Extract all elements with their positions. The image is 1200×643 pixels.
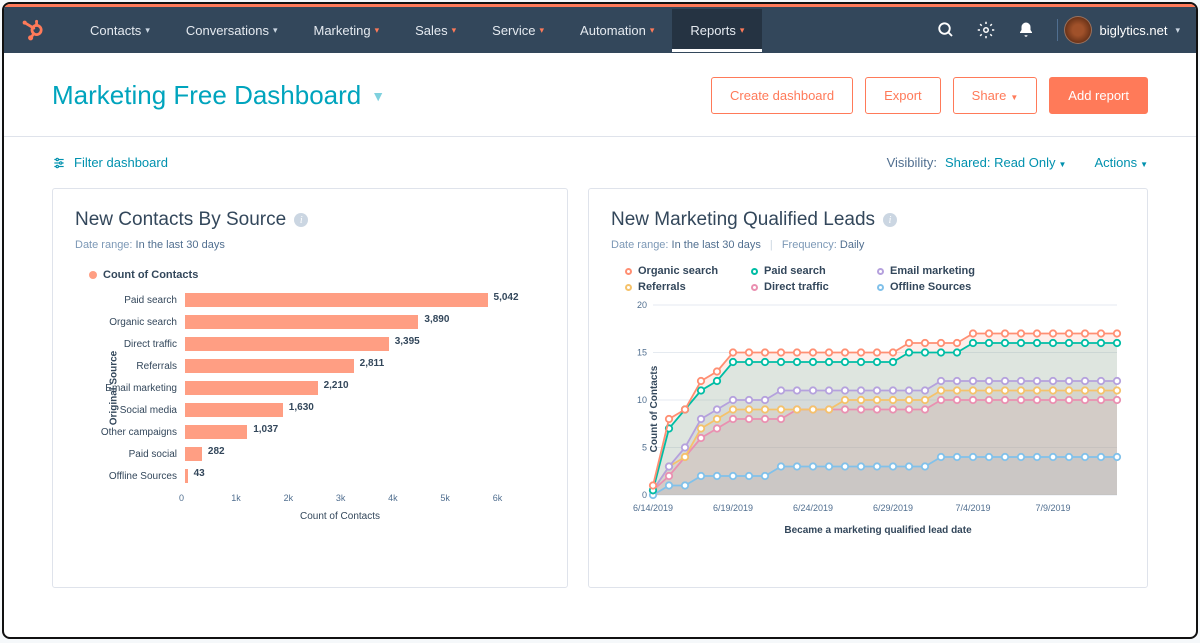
svg-text:10: 10: [637, 395, 647, 405]
card-title: New Contacts By Source i: [75, 209, 545, 231]
svg-text:15: 15: [637, 348, 647, 358]
legend-item[interactable]: Direct traffic: [751, 281, 859, 293]
bar-category: Other campaigns: [89, 427, 185, 438]
bar-fill[interactable]: [185, 381, 318, 395]
report-card-contacts-by-source: New Contacts By Source i Date range: In …: [52, 188, 568, 588]
info-icon[interactable]: i: [883, 213, 897, 227]
legend-item[interactable]: Email marketing: [877, 265, 985, 277]
bar-value: 5,042: [494, 292, 519, 303]
avatar: [1064, 16, 1092, 44]
bar-fill[interactable]: [185, 447, 202, 461]
dashboard-toolbar: Filter dashboard Visibility: Shared: Rea…: [4, 137, 1196, 188]
bar-value: 3,890: [424, 314, 449, 325]
bell-icon[interactable]: [1017, 21, 1035, 39]
add-report-button[interactable]: Add report: [1049, 77, 1148, 114]
bar-fill[interactable]: [185, 469, 188, 483]
nav-service[interactable]: Service▾: [474, 9, 562, 52]
bar-chart-legend: Count of Contacts: [89, 269, 545, 281]
bar-value: 2,811: [360, 358, 384, 369]
nav-automation[interactable]: Automation▾: [562, 9, 672, 52]
svg-text:20: 20: [637, 300, 647, 310]
bar-chart: Original Source Paid search 5,042 Organic …: [89, 289, 545, 487]
legend-item[interactable]: Organic search: [625, 265, 733, 277]
nav-sales[interactable]: Sales▾: [397, 9, 474, 52]
bar-fill[interactable]: [185, 337, 389, 351]
bar-fill[interactable]: [185, 315, 418, 329]
search-icon[interactable]: [937, 21, 955, 39]
card-title: New Marketing Qualified Leads i: [611, 209, 1125, 231]
bar-category: Email marketing: [89, 383, 185, 394]
actions-dropdown[interactable]: Actions▼: [1094, 155, 1148, 170]
bar-value: 3,395: [395, 336, 420, 347]
svg-text:0: 0: [642, 490, 647, 500]
svg-text:6/14/2019: 6/14/2019: [633, 503, 673, 513]
report-card-qualified-leads: New Marketing Qualified Leads i Date ran…: [588, 188, 1148, 588]
hubspot-logo[interactable]: [20, 18, 44, 42]
bar-fill[interactable]: [185, 403, 283, 417]
account-switcher[interactable]: biglytics.net ▾: [1064, 16, 1180, 44]
y-axis-label: Count of Contacts: [649, 366, 660, 453]
filter-dashboard-link[interactable]: Filter dashboard: [52, 155, 168, 170]
page-header: Marketing Free Dashboard ▼ Create dashbo…: [4, 53, 1196, 137]
info-icon[interactable]: i: [294, 213, 308, 227]
top-nav: Contacts▾ Conversations▾ Marketing▾ Sale…: [4, 7, 1196, 53]
gear-icon[interactable]: [977, 21, 995, 39]
bar-value: 1,630: [289, 402, 314, 413]
nav-reports[interactable]: Reports▾: [672, 9, 762, 52]
bar-category: Direct traffic: [89, 339, 185, 350]
export-button[interactable]: Export: [865, 77, 941, 114]
dashboard-title-dropdown[interactable]: Marketing Free Dashboard ▼: [52, 80, 385, 111]
nav-conversations[interactable]: Conversations▾: [168, 9, 296, 52]
svg-text:6/19/2019: 6/19/2019: [713, 503, 753, 513]
bar-fill[interactable]: [185, 425, 247, 439]
bar-value: 43: [194, 468, 205, 479]
create-dashboard-button[interactable]: Create dashboard: [711, 77, 853, 114]
nav-marketing[interactable]: Marketing▾: [295, 9, 397, 52]
bar-fill[interactable]: [185, 293, 488, 307]
legend-item[interactable]: Referrals: [625, 281, 733, 293]
caret-down-icon: ▼: [371, 88, 385, 104]
line-chart: 0 5 10 15 20 6/14/2019 6/19/2019 6/24/2019 6/29/…: [625, 299, 1125, 519]
bar-category: Social media: [89, 405, 185, 416]
bar-category: Organic search: [89, 317, 185, 328]
y-axis-label: Original Source: [109, 351, 120, 425]
legend-item[interactable]: Offline Sources: [877, 281, 985, 293]
bar-value: 1,037: [253, 424, 278, 435]
svg-text:7/4/2019: 7/4/2019: [955, 503, 990, 513]
svg-text:6/24/2019: 6/24/2019: [793, 503, 833, 513]
filter-icon: [52, 156, 66, 170]
bar-category: Paid search: [89, 295, 185, 306]
visibility-label: Visibility:: [887, 155, 937, 170]
legend-item[interactable]: Paid search: [751, 265, 859, 277]
svg-text:5: 5: [642, 443, 647, 453]
nav-contacts[interactable]: Contacts▾: [72, 9, 168, 52]
svg-text:7/9/2019: 7/9/2019: [1035, 503, 1070, 513]
x-axis-label: Count of Contacts: [135, 511, 545, 522]
bar-value: 2,210: [324, 380, 349, 391]
x-axis-label: Became a marketing qualified lead date: [631, 525, 1125, 536]
line-chart-legend: Organic search Paid search Email marketing…: [625, 265, 1005, 293]
bar-fill[interactable]: [185, 359, 354, 373]
account-name: biglytics.net: [1100, 23, 1168, 38]
bar-category: Offline Sources: [89, 471, 185, 482]
bar-category: Paid social: [89, 449, 185, 460]
bar-category: Referrals: [89, 361, 185, 372]
svg-text:6/29/2019: 6/29/2019: [873, 503, 913, 513]
bar-value: 282: [208, 446, 225, 457]
share-button[interactable]: Share▼: [953, 77, 1038, 114]
visibility-dropdown[interactable]: Shared: Read Only▼: [945, 155, 1067, 170]
